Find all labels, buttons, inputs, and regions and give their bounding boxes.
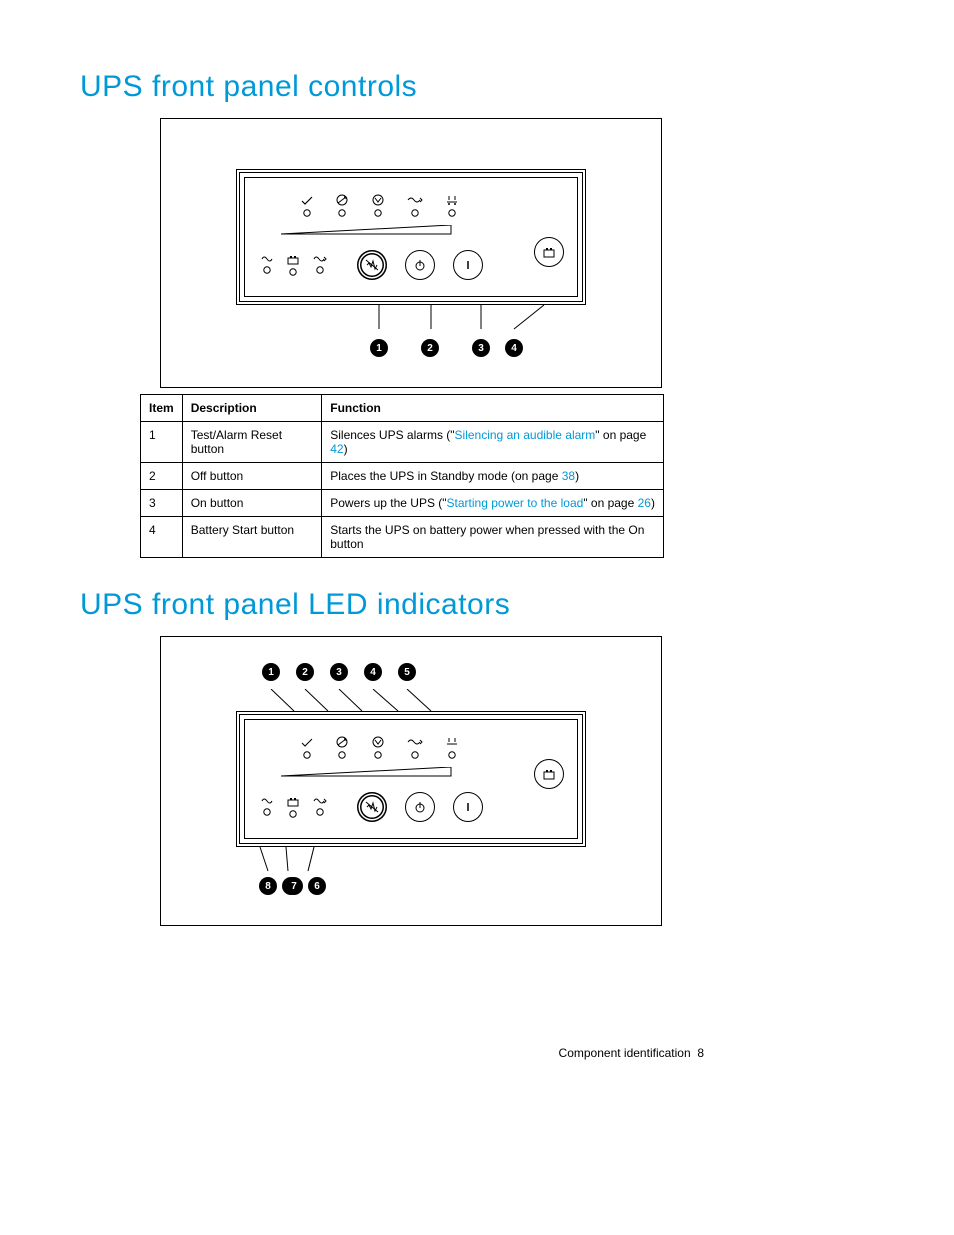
- bypass-led-icon: [335, 194, 349, 217]
- cell-func: Powers up the UPS ("Starting power to th…: [322, 490, 664, 517]
- figure-leds: 1 2 3 4 5: [160, 636, 662, 926]
- callout-bottom-7b: 7: [285, 877, 303, 895]
- off-button-icon: [405, 250, 435, 280]
- callout-bottom-8: 8: [259, 877, 277, 895]
- cell-func: Silences UPS alarms ("Silencing an audib…: [322, 422, 664, 463]
- battery-led-icon: [287, 797, 299, 818]
- callout-top-5: 5: [398, 663, 416, 681]
- cell-desc: Test/Alarm Reset button: [182, 422, 322, 463]
- fault-led-icon: [445, 736, 459, 759]
- callout-top-1: 1: [262, 663, 280, 681]
- off-button-icon: [405, 792, 435, 822]
- leader-lines-top: [236, 689, 586, 711]
- output-ac-led-icon: [313, 797, 327, 818]
- callout-4: 4: [505, 339, 523, 357]
- heading-leds: UPS front panel LED indicators: [80, 588, 714, 622]
- cell-func: Places the UPS in Standby mode (on page …: [322, 463, 664, 490]
- input-ac-led-icon: [261, 797, 273, 818]
- bypass-led-icon: [335, 736, 349, 759]
- boost-led-icon: [371, 736, 385, 759]
- on-button-icon: [453, 250, 483, 280]
- page-footer: Component identification 8: [80, 1046, 714, 1060]
- th-desc: Description: [182, 395, 322, 422]
- cell-desc: On button: [182, 490, 322, 517]
- cell-item: 1: [141, 422, 183, 463]
- cell-item: 3: [141, 490, 183, 517]
- output-ac-led-icon: [313, 255, 327, 276]
- battery-start-button-icon: [534, 759, 564, 789]
- link-page-42[interactable]: 42: [330, 442, 343, 456]
- ok-led-icon: [301, 738, 313, 759]
- ok-led-icon: [301, 196, 313, 217]
- footer-section: Component identification: [559, 1046, 691, 1060]
- load-bar-icon: [281, 225, 541, 235]
- load-bar-icon: [281, 767, 541, 777]
- footer-page: 8: [697, 1046, 704, 1060]
- test-alarm-button-icon: [357, 792, 387, 822]
- overload-led-icon: [407, 736, 423, 759]
- battery-start-button-icon: [534, 237, 564, 267]
- callout-3: 3: [472, 339, 490, 357]
- fault-led-icon: [445, 194, 459, 217]
- callout-top-3: 3: [330, 663, 348, 681]
- callout-top-4: 4: [364, 663, 382, 681]
- heading-controls: UPS front panel controls: [80, 70, 714, 104]
- cell-item: 4: [141, 517, 183, 558]
- figure-controls: 1 2 3 4: [160, 118, 662, 388]
- cell-item: 2: [141, 463, 183, 490]
- leader-lines: [236, 305, 586, 339]
- link-starting[interactable]: Starting power to the load: [447, 496, 584, 510]
- overload-led-icon: [407, 194, 423, 217]
- on-button-icon: [453, 792, 483, 822]
- cell-desc: Off button: [182, 463, 322, 490]
- th-func: Function: [322, 395, 664, 422]
- battery-led-icon: [287, 255, 299, 276]
- input-ac-led-icon: [261, 255, 273, 276]
- callout-2: 2: [421, 339, 439, 357]
- controls-table: Item Description Function 1 Test/Alarm R…: [140, 394, 664, 558]
- link-page-38[interactable]: 38: [562, 469, 575, 483]
- test-alarm-button-icon: [357, 250, 387, 280]
- callout-1: 1: [370, 339, 388, 357]
- boost-led-icon: [371, 194, 385, 217]
- cell-func: Starts the UPS on battery power when pre…: [322, 517, 664, 558]
- callout-top-2: 2: [296, 663, 314, 681]
- link-page-26[interactable]: 26: [638, 496, 651, 510]
- ups-panel-outline: [236, 169, 586, 305]
- link-silencing[interactable]: Silencing an audible alarm: [455, 428, 596, 442]
- ups-panel-outline-2: [236, 711, 586, 847]
- cell-desc: Battery Start button: [182, 517, 322, 558]
- callout-bottom-6: 6: [308, 877, 326, 895]
- th-item: Item: [141, 395, 183, 422]
- leader-lines-bottom: [236, 847, 586, 877]
